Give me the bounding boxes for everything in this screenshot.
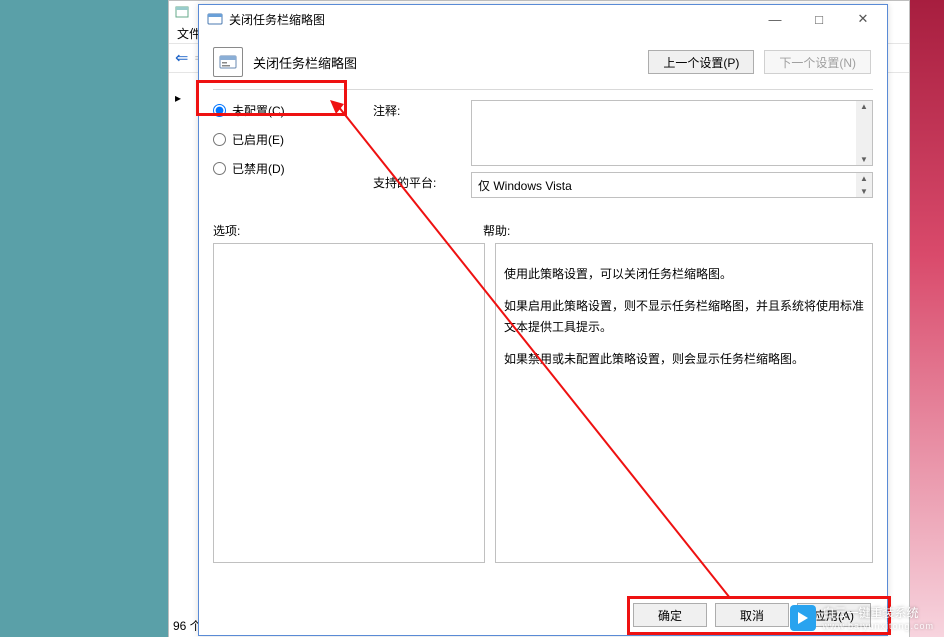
watermark-line1: 白云一键重装系统 — [822, 604, 934, 621]
platform-textbox: 仅 Windows Vista ▲ ▼ — [471, 172, 873, 198]
platform-scrollbar[interactable]: ▲ ▼ — [856, 173, 872, 197]
help-text-2: 如果启用此策略设置，则不显示任务栏缩略图，并且系统将使用标准文本提供工具提示。 — [504, 296, 864, 337]
options-label: 选项: — [213, 222, 483, 239]
close-button[interactable]: ✕ — [841, 5, 885, 33]
radio-not-configured[interactable]: 未配置(C) — [213, 102, 373, 119]
watermark: 白云一键重装系统 www.baiyunxitong.com — [790, 604, 934, 631]
radio-disabled-input[interactable] — [213, 162, 226, 175]
help-text-1: 使用此策略设置，可以关闭任务栏缩略图。 — [504, 264, 864, 284]
previous-setting-button[interactable]: 上一个设置(P) — [648, 50, 754, 74]
radio-not-configured-input[interactable] — [213, 104, 226, 117]
minimize-button[interactable]: — — [753, 5, 797, 33]
cancel-button[interactable]: 取消 — [715, 603, 789, 627]
help-label: 帮助: — [483, 222, 510, 239]
comment-scrollbar[interactable]: ▲ ▼ — [856, 101, 872, 165]
radio-enabled-label: 已启用(E) — [232, 131, 284, 148]
options-panel — [213, 243, 485, 563]
platform-value: 仅 Windows Vista — [478, 177, 572, 194]
comment-textbox[interactable]: ▲ ▼ — [471, 100, 873, 166]
policy-header-icon — [213, 47, 243, 77]
titlebar: 关闭任务栏缩略图 — □ ✕ — [199, 5, 887, 33]
platform-label: 支持的平台: — [373, 172, 463, 191]
dialog-icon — [207, 11, 223, 27]
watermark-logo-icon — [790, 605, 816, 631]
app-icon — [175, 5, 189, 19]
desktop-decoration — [904, 0, 944, 637]
next-setting-button: 下一个设置(N) — [764, 50, 871, 74]
scroll-down-icon[interactable]: ▼ — [860, 186, 868, 197]
policy-header-title: 关闭任务栏缩略图 — [253, 53, 638, 72]
scroll-up-icon[interactable]: ▲ — [860, 101, 868, 112]
radio-disabled[interactable]: 已禁用(D) — [213, 160, 373, 177]
help-panel: 使用此策略设置，可以关闭任务栏缩略图。 如果启用此策略设置，则不显示任务栏缩略图… — [495, 243, 873, 563]
radio-not-configured-label: 未配置(C) — [232, 102, 285, 119]
radio-enabled[interactable]: 已启用(E) — [213, 131, 373, 148]
toolbar-back-icon[interactable]: ⇐ — [175, 48, 188, 68]
ok-button[interactable]: 确定 — [633, 603, 707, 627]
radio-disabled-label: 已禁用(D) — [232, 160, 285, 177]
scroll-down-icon[interactable]: ▼ — [860, 154, 868, 165]
dialog-title: 关闭任务栏缩略图 — [229, 11, 325, 28]
policy-dialog: 关闭任务栏缩略图 — □ ✕ 关闭任务栏缩略图 上一个设置(P) 下一个设置(N… — [198, 4, 888, 636]
radio-enabled-input[interactable] — [213, 133, 226, 146]
help-text-3: 如果禁用或未配置此策略设置，则会显示任务栏缩略图。 — [504, 349, 864, 369]
maximize-button[interactable]: □ — [797, 5, 841, 33]
bg-tree-item[interactable]: ▸ — [175, 91, 181, 105]
comment-label: 注释: — [373, 100, 463, 119]
watermark-line2: www.baiyunxitong.com — [822, 621, 934, 631]
scroll-up-icon[interactable]: ▲ — [860, 173, 868, 184]
